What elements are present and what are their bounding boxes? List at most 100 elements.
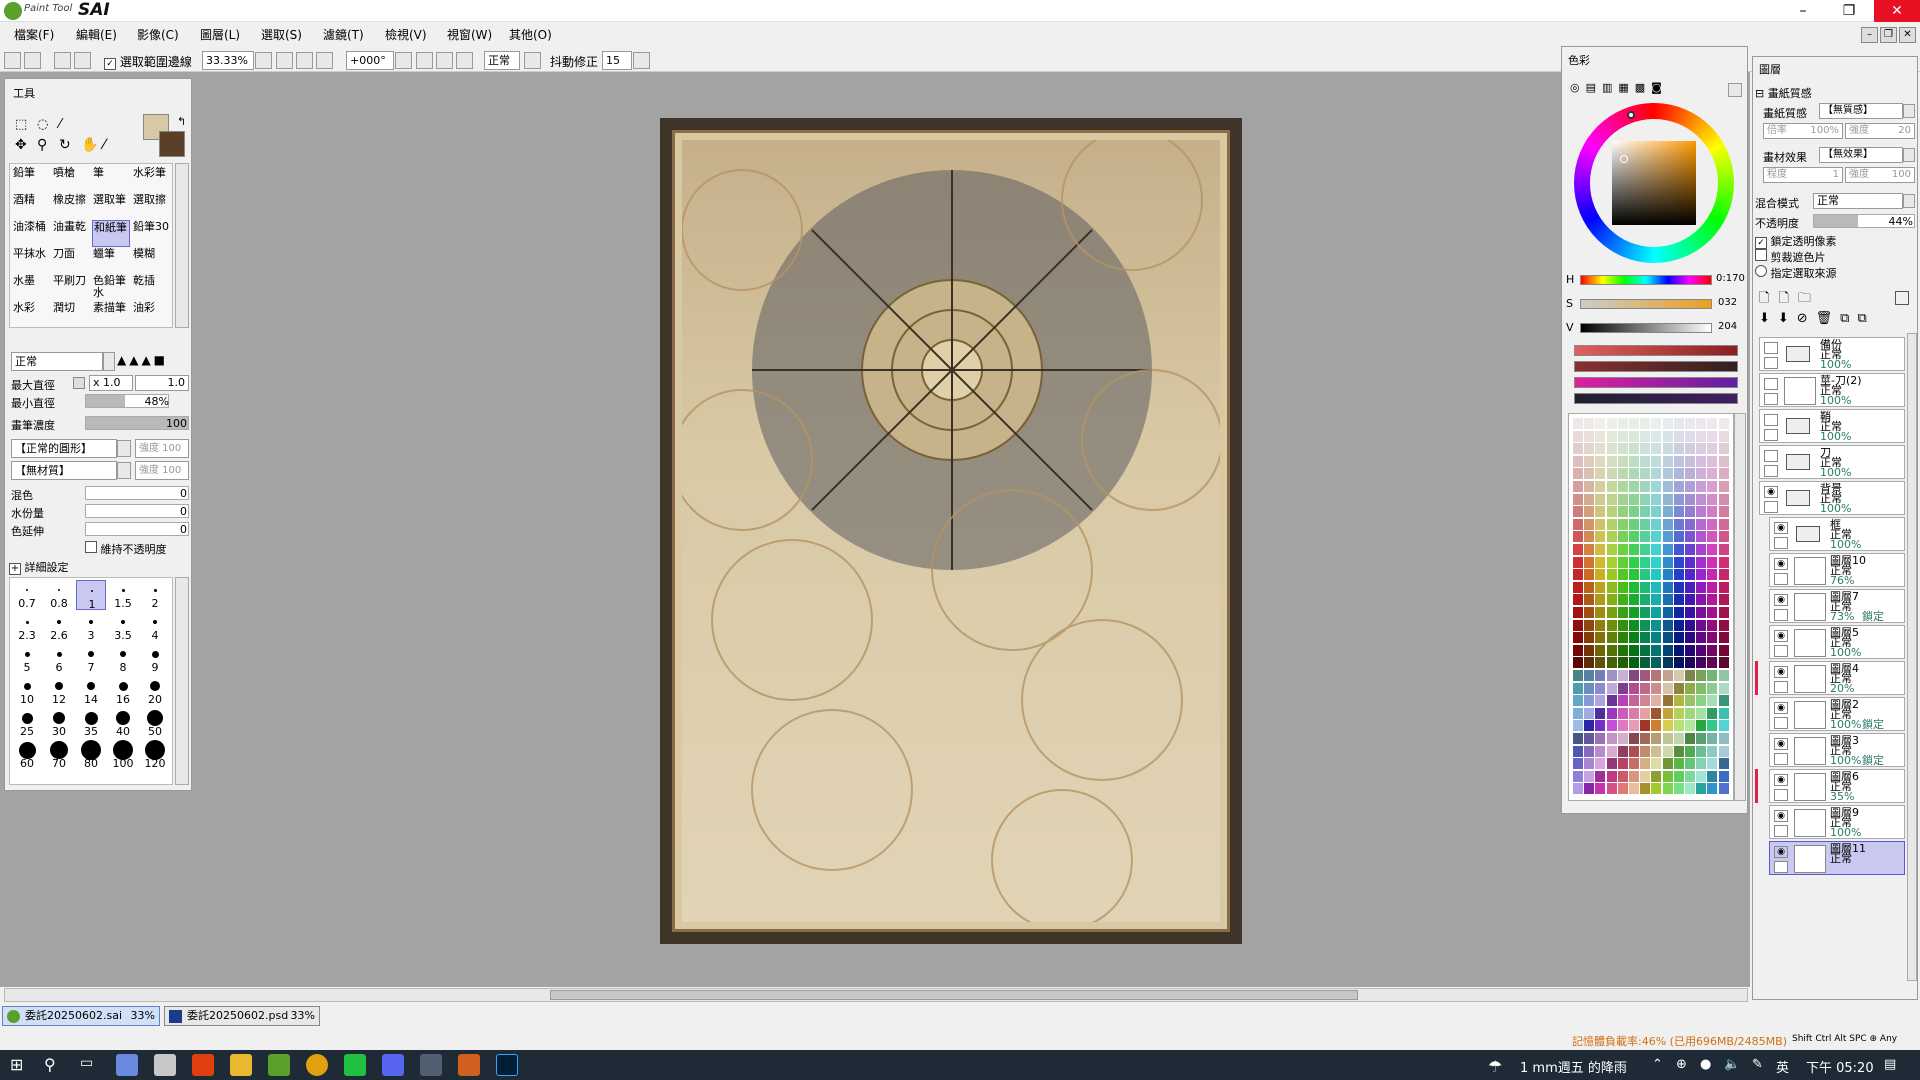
palette-swatch[interactable] <box>1640 682 1651 694</box>
network-icon[interactable]: ⊕ <box>1676 1057 1687 1072</box>
palette-swatch[interactable] <box>1685 745 1695 757</box>
palette-swatch[interactable] <box>1718 707 1729 719</box>
palette-swatch[interactable] <box>1640 745 1651 757</box>
brush-slot[interactable]: 水彩筆 <box>132 166 170 193</box>
palette-swatch[interactable] <box>1673 518 1684 530</box>
discord-icon[interactable] <box>382 1054 404 1076</box>
palette-swatch[interactable] <box>1617 594 1628 606</box>
palette-swatch[interactable] <box>1640 569 1651 581</box>
palette-swatch[interactable] <box>1640 707 1651 719</box>
saturation-value-square[interactable] <box>1612 141 1696 225</box>
palette-swatch[interactable] <box>1707 556 1718 568</box>
brush-slot[interactable]: 和紙筆 <box>92 220 130 247</box>
palette-swatch[interactable] <box>1573 581 1583 593</box>
hand-tool-icon[interactable]: ✋ <box>81 137 98 153</box>
palette-swatch[interactable] <box>1696 707 1707 719</box>
palette-swatch[interactable] <box>1696 418 1707 429</box>
brush-size-cell[interactable]: 20 <box>140 676 170 706</box>
brush-edge-hardness-icons[interactable]: ▲▲▲■ <box>117 352 189 371</box>
palette-swatch[interactable] <box>1707 695 1718 707</box>
palette-swatch[interactable] <box>1685 594 1695 606</box>
palette-swatch[interactable] <box>1673 544 1684 555</box>
palette-swatch[interactable] <box>1662 481 1673 492</box>
palette-swatch[interactable] <box>1718 594 1729 606</box>
palette-swatch[interactable] <box>1718 632 1729 644</box>
brush-slot[interactable]: 筆 <box>92 166 130 193</box>
layer-link-checkbox[interactable] <box>1774 537 1788 549</box>
game-icon[interactable] <box>458 1054 480 1076</box>
palette-swatch[interactable] <box>1617 745 1628 757</box>
layer-row[interactable]: 鞘正常 100% <box>1759 409 1905 443</box>
palette-swatch[interactable] <box>1573 418 1583 429</box>
palette-swatch[interactable] <box>1685 531 1695 543</box>
stabilizer-field[interactable]: 15 <box>602 51 632 70</box>
lock-alpha-checkbox[interactable]: ✓ 鎖定透明像素 <box>1755 233 1837 249</box>
palette-swatch[interactable] <box>1696 644 1707 656</box>
hue-slider[interactable] <box>1580 275 1712 285</box>
photoshop-icon[interactable] <box>496 1054 518 1076</box>
palette-swatch[interactable] <box>1584 758 1595 770</box>
brush-size-cell[interactable]: 5 <box>12 644 42 674</box>
palette-swatch[interactable] <box>1629 493 1639 505</box>
palette-swatch[interactable] <box>1651 644 1662 656</box>
palette-swatch[interactable] <box>1584 657 1595 669</box>
palette-swatch[interactable] <box>1606 569 1617 581</box>
palette-swatch[interactable] <box>1685 770 1695 782</box>
brush-slot[interactable]: 選取筆 <box>92 193 130 220</box>
palette-swatch[interactable] <box>1707 733 1718 744</box>
palette-swatch[interactable] <box>1662 682 1673 694</box>
pen-icon[interactable]: ✎ <box>1752 1057 1763 1072</box>
palette-swatch[interactable] <box>1584 455 1595 467</box>
palette-swatch[interactable] <box>1617 644 1628 656</box>
palette-swatch[interactable] <box>1595 632 1606 644</box>
brush-size-cell[interactable]: 30 <box>44 708 74 738</box>
brush-size-cell[interactable]: 1 <box>76 580 106 611</box>
menu-file[interactable]: 檔案(F) <box>14 26 54 43</box>
palette-swatch[interactable] <box>1595 518 1606 530</box>
palette-swatch[interactable] <box>1606 695 1617 707</box>
paper-scale-field[interactable]: 倍率 100% <box>1763 123 1843 139</box>
max-diam-multiplier[interactable]: x 1.0 <box>89 375 133 391</box>
palette-swatch[interactable] <box>1651 619 1662 631</box>
scrollbar-thumb[interactable] <box>550 990 1358 1000</box>
layer-link-checkbox[interactable] <box>1774 573 1788 585</box>
brush-size-cell[interactable]: 25 <box>12 708 42 738</box>
palette-swatch[interactable] <box>1584 619 1595 631</box>
layer-link-checkbox[interactable] <box>1774 861 1788 873</box>
value-slider[interactable] <box>1580 323 1712 333</box>
palette-swatch[interactable] <box>1718 468 1729 480</box>
palette-swatch[interactable] <box>1629 733 1639 744</box>
brush-slot[interactable]: 噴槍 <box>52 166 90 193</box>
palette-swatch[interactable] <box>1651 783 1662 795</box>
palette-swatch[interactable] <box>1685 733 1695 744</box>
palette-swatch[interactable] <box>1707 518 1718 530</box>
palette-swatch[interactable] <box>1673 783 1684 795</box>
palette-swatch[interactable] <box>1651 695 1662 707</box>
palette-swatch[interactable] <box>1718 758 1729 770</box>
palette-swatch[interactable] <box>1629 619 1639 631</box>
palette-swatch[interactable] <box>1629 531 1639 543</box>
palette-swatch[interactable] <box>1662 619 1673 631</box>
selection-edge-toggle[interactable]: ✓ 選取範圍邊線 <box>104 53 192 70</box>
palette-swatch[interactable] <box>1584 783 1595 795</box>
palette-swatch[interactable] <box>1696 619 1707 631</box>
palette-swatch[interactable] <box>1651 544 1662 555</box>
task-view-icon[interactable]: ▭ <box>80 1055 93 1071</box>
palette-swatch[interactable] <box>1617 733 1628 744</box>
palette-swatch[interactable] <box>1696 544 1707 555</box>
palette-swatch[interactable] <box>1673 569 1684 581</box>
palette-swatch[interactable] <box>1584 531 1595 543</box>
palette-swatch[interactable] <box>1629 682 1639 694</box>
eye-icon[interactable]: ◉ <box>1774 594 1788 606</box>
palette-swatch[interactable] <box>1662 455 1673 467</box>
palette-swatch[interactable] <box>1606 443 1617 455</box>
palette-swatch[interactable] <box>1606 720 1617 732</box>
palette-swatch[interactable] <box>1651 518 1662 530</box>
brush-size-cell[interactable]: 0.8 <box>44 580 74 610</box>
palette-swatch[interactable] <box>1617 556 1628 568</box>
palette-swatch[interactable] <box>1696 670 1707 681</box>
palette-swatch[interactable] <box>1707 657 1718 669</box>
brush-size-cell[interactable]: 80 <box>76 740 106 770</box>
palette-swatch[interactable] <box>1718 493 1729 505</box>
brush-slot[interactable]: 選取擦 <box>132 193 170 220</box>
